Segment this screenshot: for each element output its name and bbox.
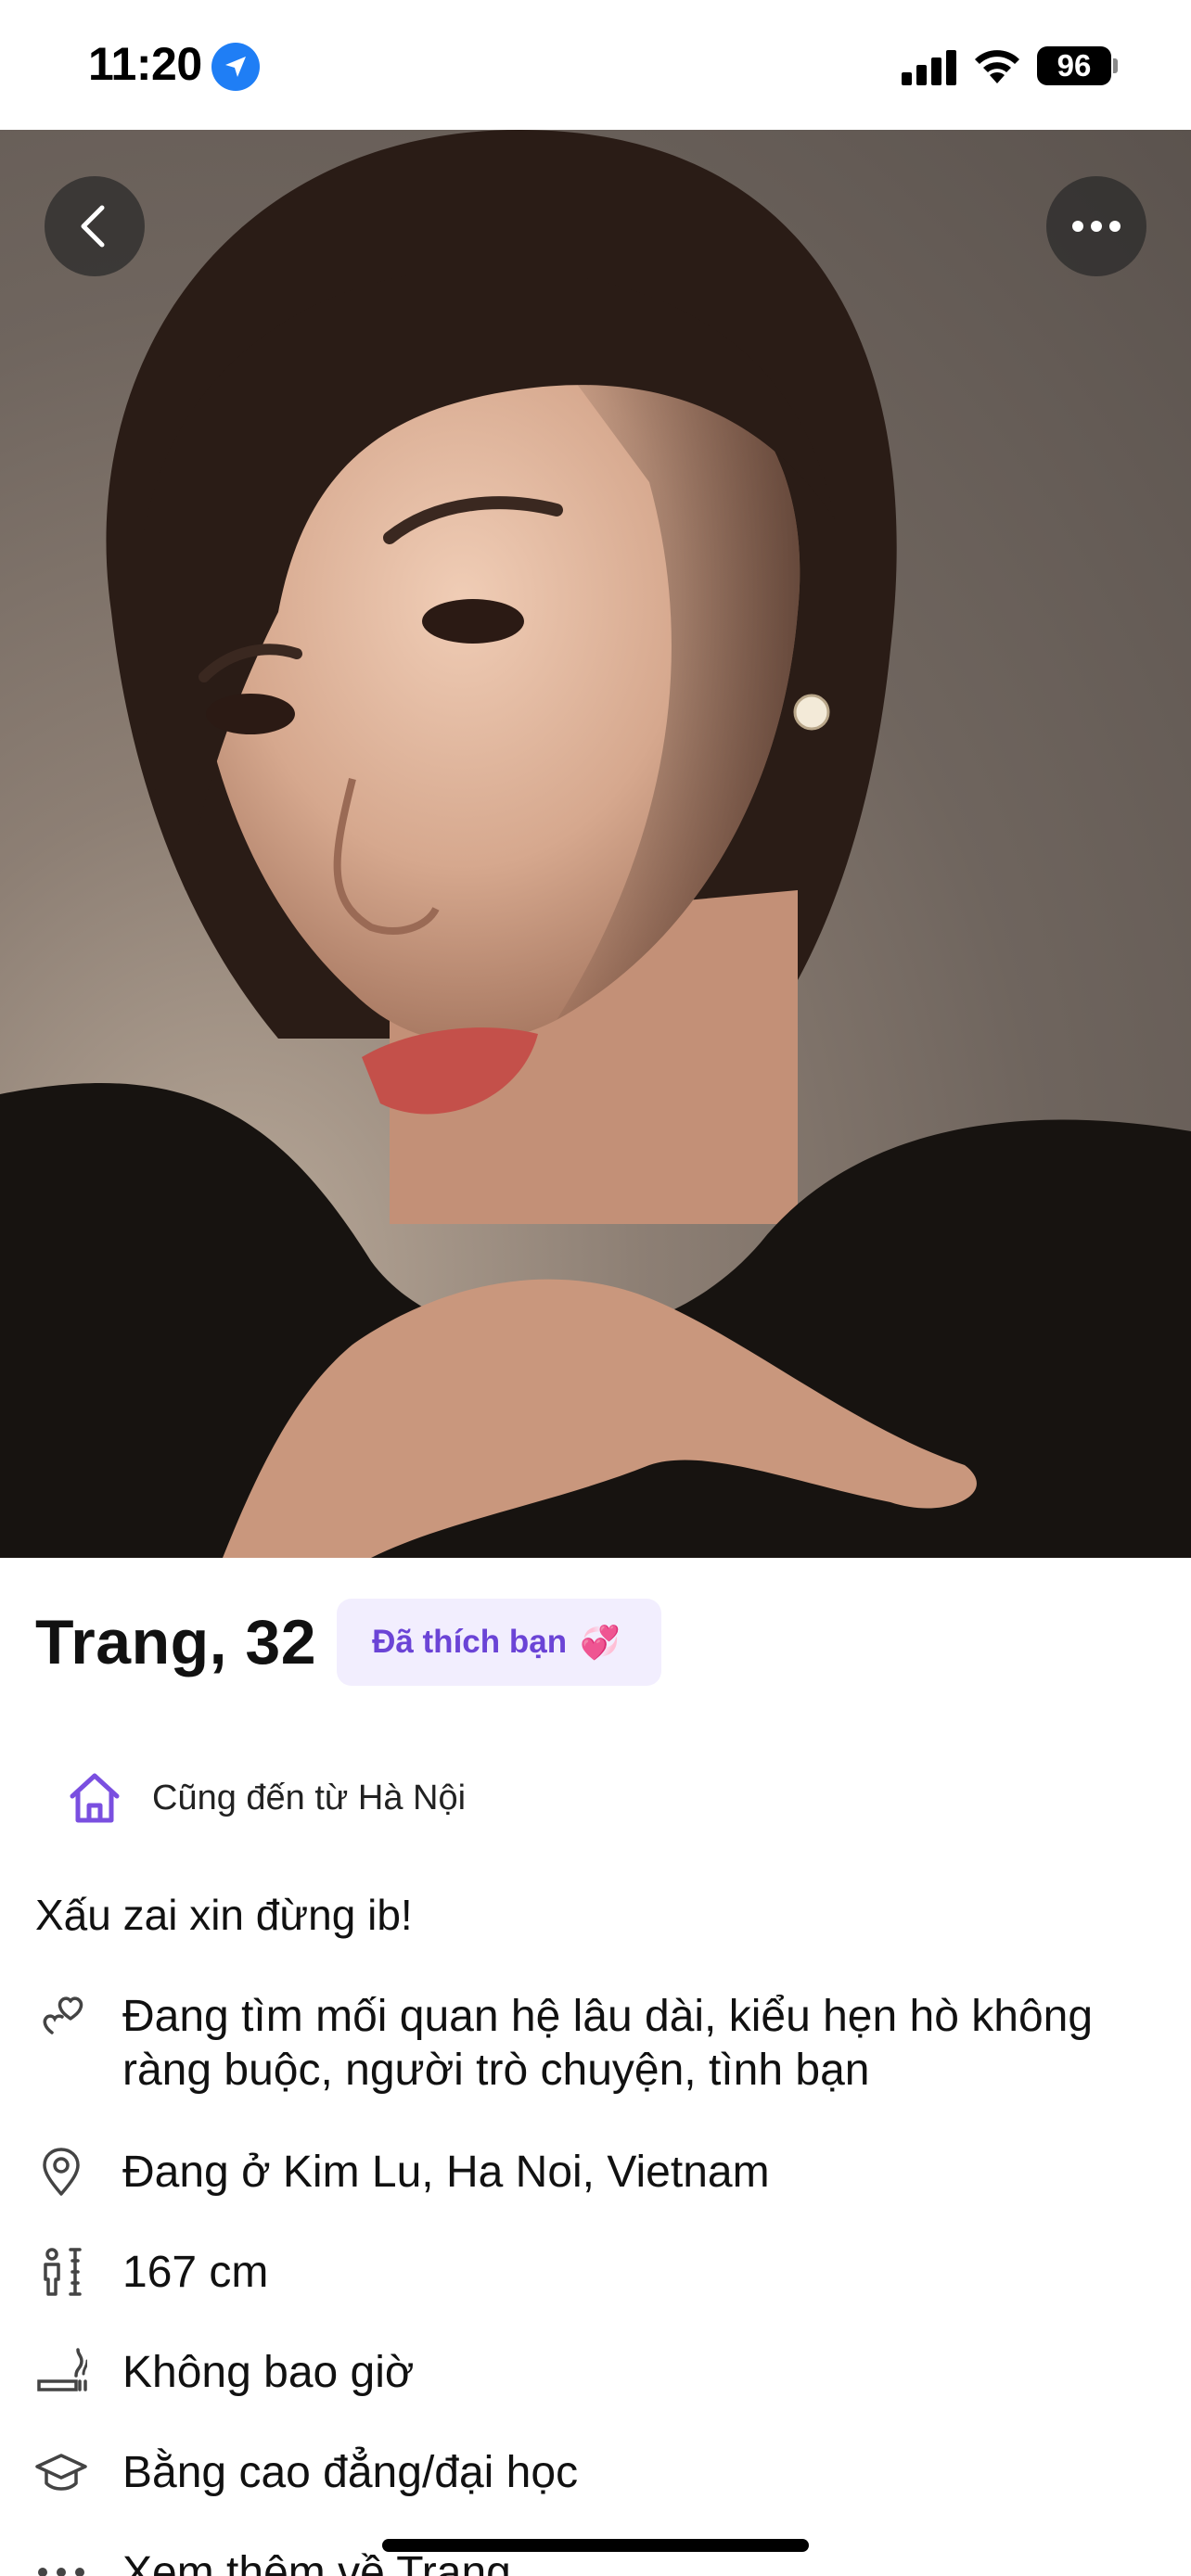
more-dots-icon <box>38 2568 84 2576</box>
back-button[interactable] <box>45 176 145 276</box>
ellipsis-icon <box>1072 221 1121 232</box>
hometown-row: Cũng đến từ Hà Nội <box>65 1766 466 1830</box>
bio-text: Xấu zai xin đừng ib! <box>35 1891 413 1939</box>
hometown-label: Cũng đến từ Hà Nội <box>152 1778 467 1817</box>
detail-height: 167 cm <box>35 2246 1180 2300</box>
wifi-icon <box>975 50 1019 83</box>
liked-badge-label: Đã thích bạn <box>372 1624 568 1660</box>
location-pin-icon <box>43 2148 80 2196</box>
education-text: Bằng cao đẳng/đại học <box>122 2448 579 2497</box>
smoking-icon <box>37 2348 87 2391</box>
detail-smoking: Không bao giờ <box>35 2346 1180 2400</box>
location-arrow-icon <box>211 43 260 91</box>
chevron-left-icon <box>81 205 105 248</box>
profile-name-age: Trang, 32 <box>35 1607 317 1677</box>
status-bar: 11:20 96 <box>0 0 1191 130</box>
detail-location: Đang ở Kim Lu, Ha Noi, Vietnam <box>35 2146 1180 2200</box>
name-row: Trang, 32 Đã thích bạn 💞 <box>35 1599 661 1686</box>
height-text: 167 cm <box>122 2248 269 2297</box>
detail-education: Bằng cao đẳng/đại học <box>35 2446 1180 2500</box>
portrait-illustration <box>0 130 1191 1558</box>
location-text: Đang ở Kim Lu, Ha Noi, Vietnam <box>122 2148 770 2197</box>
graduation-cap-icon <box>35 2454 87 2491</box>
looking-for-text: Đang tìm mối quan hệ lâu dài, kiểu hẹn h… <box>122 1992 1094 2095</box>
home-indicator[interactable] <box>382 2539 809 2552</box>
cellular-signal-icon <box>902 48 957 85</box>
two-hearts-icon: 💞 <box>580 1624 621 1661</box>
smoking-text: Không bao giờ <box>122 2348 415 2397</box>
hearts-icon <box>43 1996 83 2034</box>
more-options-button[interactable] <box>1046 176 1146 276</box>
status-time: 11:20 <box>88 38 202 90</box>
home-icon <box>70 1773 120 1823</box>
profile-photo[interactable] <box>0 130 1191 1558</box>
detail-looking-for: Đang tìm mối quan hệ lâu dài, kiểu hẹn h… <box>35 1990 1180 2098</box>
battery-level: 96 <box>1037 46 1111 85</box>
liked-you-badge: Đã thích bạn 💞 <box>337 1599 661 1686</box>
battery-tip <box>1113 58 1118 73</box>
height-icon <box>44 2248 82 2296</box>
